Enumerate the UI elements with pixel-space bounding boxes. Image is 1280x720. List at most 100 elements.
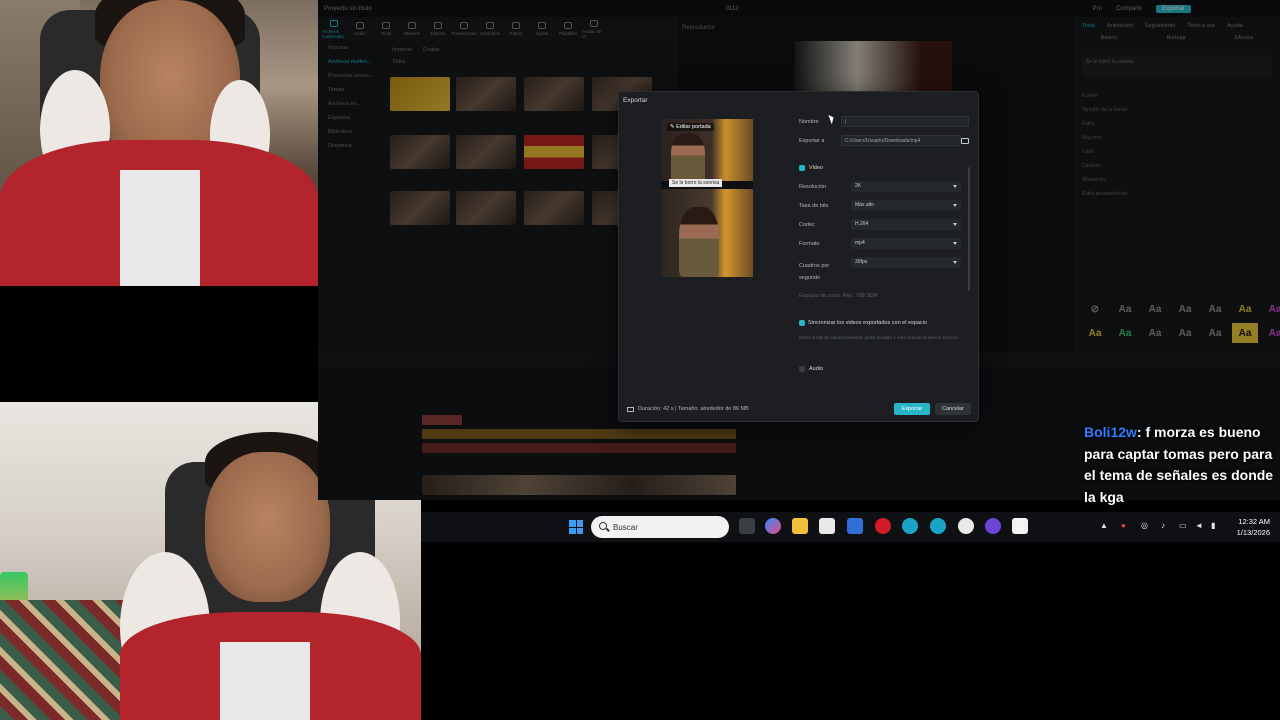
chatgpt-icon[interactable]: [958, 518, 974, 534]
capcut-icon[interactable]: [1012, 518, 1028, 534]
edit-cover-button[interactable]: ✎ Editar portada: [667, 123, 714, 131]
sidebar-item-media[interactable]: Archivos multim...: [318, 55, 384, 69]
tool-text[interactable]: Texto: [374, 18, 398, 40]
inspector-text-field[interactable]: Se le borro la sonrisa: [1082, 55, 1272, 77]
tool-templates[interactable]: Plantillas: [556, 18, 580, 40]
edge-icon[interactable]: [930, 518, 946, 534]
format-select[interactable]: mp4: [851, 238, 961, 249]
preset-style[interactable]: Aa: [1232, 299, 1258, 319]
preset-style[interactable]: Aa: [1232, 323, 1258, 343]
import-button[interactable]: Importar: [392, 47, 412, 53]
fps-select[interactable]: 30fps: [851, 257, 961, 268]
microphone-icon[interactable]: ♪: [1161, 521, 1165, 530]
opera-icon[interactable]: [875, 518, 891, 534]
preset-style[interactable]: Aa: [1172, 323, 1198, 343]
media-thumb[interactable]: [456, 191, 516, 225]
video-checkbox[interactable]: [799, 165, 805, 171]
export-button[interactable]: Exportar: [894, 403, 930, 415]
sidebar-item-themes[interactable]: Temas: [318, 83, 384, 97]
media-thumb[interactable]: [456, 135, 516, 169]
timeline-clip-video[interactable]: [422, 475, 736, 495]
tool-filters[interactable]: Filtros: [504, 18, 528, 40]
codec-select[interactable]: H.264: [851, 219, 961, 230]
tool-subtitles[interactable]: Subtítulos: [478, 18, 502, 40]
pro-badge[interactable]: Pro: [1093, 6, 1102, 12]
tray-chevron-icon[interactable]: ▲: [1100, 521, 1108, 530]
bell-icon[interactable]: ◎: [1141, 521, 1148, 530]
tool-audio[interactable]: Audio: [348, 18, 372, 40]
tool-adjust[interactable]: Ajuste: [530, 18, 554, 40]
media-thumb[interactable]: [390, 77, 450, 111]
clock[interactable]: 12:32 AM 1/13/2026: [1237, 516, 1270, 538]
tab-text[interactable]: Texto: [1082, 23, 1095, 29]
export-path-input[interactable]: C:/Users/Usuario/Downloads/mp4: [841, 135, 961, 146]
monitor-icon[interactable]: ▭: [1179, 521, 1187, 530]
media-thumb[interactable]: [456, 77, 516, 111]
battery-icon[interactable]: ▮: [1211, 521, 1215, 530]
preset-style[interactable]: Aa: [1082, 323, 1108, 343]
header-export-button[interactable]: Exportar: [1156, 4, 1191, 13]
media-thumb[interactable]: [524, 135, 584, 169]
tool-media[interactable]: Archivos multimedia: [322, 18, 346, 40]
sidebar-item-spaces[interactable]: Espacios: [318, 111, 384, 125]
tab-help[interactable]: Ayuda: [1227, 23, 1243, 29]
tool-effects[interactable]: Efectos: [426, 18, 450, 40]
media-thumb[interactable]: [524, 77, 584, 111]
sidebar-item-import[interactable]: Importar: [318, 41, 384, 55]
preset-style[interactable]: Aa: [1172, 299, 1198, 319]
folder-icon[interactable]: [961, 138, 969, 144]
preset-style[interactable]: Aa: [1142, 323, 1168, 343]
tab-animation[interactable]: Animación: [1107, 23, 1133, 29]
tool-stickers[interactable]: Stickers: [400, 18, 424, 40]
preset-style[interactable]: Aa: [1202, 299, 1228, 319]
audio-section-label[interactable]: Audio: [809, 366, 823, 372]
taskbar-search[interactable]: Buscar: [591, 516, 729, 538]
tool-transitions[interactable]: Transiciones: [451, 18, 477, 40]
media-filter[interactable]: Todos: [384, 59, 678, 65]
dialog-scrollbar[interactable]: [968, 167, 970, 291]
preset-style[interactable]: ⊘: [1082, 299, 1108, 319]
volume-icon[interactable]: ◄: [1195, 521, 1203, 530]
preset-style[interactable]: Aa: [1262, 323, 1280, 343]
timeline-clip-effect[interactable]: [422, 443, 736, 453]
sidebar-item-projects[interactable]: Proyectos secun...: [318, 69, 384, 83]
obs-icon[interactable]: [985, 518, 1001, 534]
sidebar-item-library[interactable]: Biblioteca: [318, 125, 384, 139]
tray-app-icon[interactable]: ●: [1121, 521, 1126, 530]
file-explorer-icon[interactable]: [792, 518, 808, 534]
player-preview[interactable]: [794, 41, 952, 91]
preset-style[interactable]: Aa: [1112, 323, 1138, 343]
preset-style[interactable]: Aa: [1262, 299, 1280, 319]
preset-style[interactable]: Aa: [1112, 299, 1138, 319]
sidebar-item-dreamina[interactable]: Dreamina: [318, 139, 384, 153]
subtab-basic[interactable]: Básico: [1101, 35, 1118, 41]
subtab-bubble[interactable]: Burbuja: [1167, 35, 1186, 41]
subtab-effects[interactable]: Efectos: [1235, 35, 1253, 41]
preset-style[interactable]: Aa: [1202, 323, 1228, 343]
name-input[interactable]: |: [841, 116, 969, 127]
sync-label[interactable]: Sincronizar los videos exportados con el…: [808, 320, 927, 326]
timeline-clip-audio[interactable]: [422, 429, 736, 439]
task-view-icon[interactable]: [739, 518, 755, 534]
windows-start-icon[interactable]: [569, 520, 583, 534]
sidebar-item-files[interactable]: Archivos en...: [318, 97, 384, 111]
cancel-button[interactable]: Cancelar: [935, 403, 971, 415]
media-thumb[interactable]: [390, 191, 450, 225]
copilot-icon[interactable]: [765, 518, 781, 534]
outlook-icon[interactable]: [847, 518, 863, 534]
share-button[interactable]: Compartir: [1116, 6, 1142, 12]
media-thumb[interactable]: [524, 191, 584, 225]
media-thumb[interactable]: [390, 135, 450, 169]
preset-style[interactable]: Aa: [1142, 299, 1168, 319]
record-button[interactable]: Grabar: [422, 47, 439, 53]
tab-tts[interactable]: Texto a voz: [1187, 23, 1215, 29]
cover-preview[interactable]: ✎ Editar portada Se le borro la sonrisa: [661, 119, 753, 277]
store-icon[interactable]: [819, 518, 835, 534]
tab-tracking[interactable]: Seguimiento: [1145, 23, 1176, 29]
tool-ai-avatar[interactable]: Avatar de IA: [582, 18, 606, 40]
audio-checkbox[interactable]: [799, 366, 805, 372]
bitrate-select[interactable]: Más alto: [851, 200, 961, 211]
timeline-clip-text[interactable]: [422, 415, 462, 425]
resolution-select[interactable]: 2K: [851, 181, 961, 192]
edge-icon[interactable]: [902, 518, 918, 534]
